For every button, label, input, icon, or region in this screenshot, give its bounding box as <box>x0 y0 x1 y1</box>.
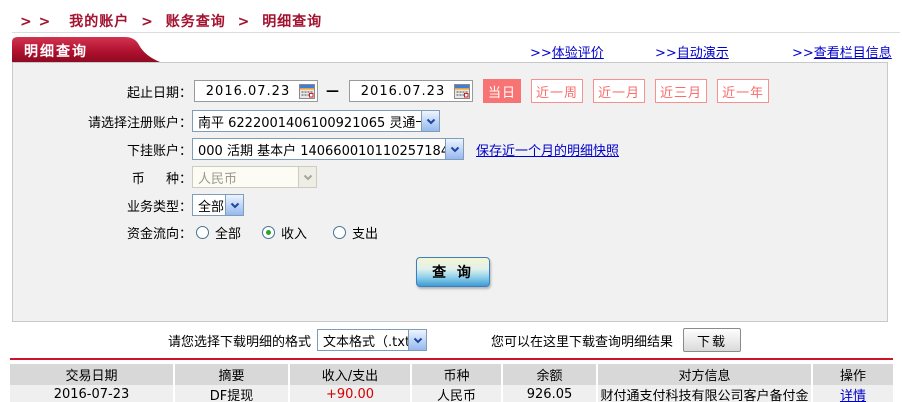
calendar-icon[interactable] <box>454 83 470 99</box>
link-view-column-info[interactable]: >>查看栏目信息 <box>792 42 892 61</box>
date-range-row: 起止日期： 2016.07.23 — 2016.07.23 当日 近一周 近一月… <box>13 78 770 104</box>
radio-fund-flow-expense[interactable]: 支出 <box>333 223 378 242</box>
breadcrumb: > > 我的账户 > 账务查询 > 明细查询 <box>20 11 322 31</box>
breadcrumb-item-detail-query[interactable]: 明细查询 <box>262 14 322 30</box>
cell-counterparty: 财付通支付科技有限公司客户备付金 <box>598 385 813 402</box>
cell-summary: DF提现 <box>175 385 290 402</box>
header-balance: 余额 <box>503 364 598 385</box>
register-account-label: 请选择注册账户： <box>87 115 192 131</box>
currency-select: 人民币 <box>192 166 317 188</box>
range-button-last-year[interactable]: 近一年 <box>717 79 770 103</box>
link-experience-rating[interactable]: >>体验评价 <box>530 42 604 61</box>
radio-fund-flow-all[interactable]: 全部 <box>196 223 241 242</box>
download-button[interactable]: 下载 <box>683 328 742 352</box>
register-account-row: 请选择注册账户： 南平 6222001406100921065 灵通卡 <box>13 108 440 134</box>
query-button[interactable]: 查 询 <box>416 257 490 287</box>
cell-balance: 926.05 <box>503 385 598 402</box>
breadcrumb-prefix: > > <box>20 14 52 30</box>
radio-icon[interactable] <box>196 225 209 239</box>
table-row: 2016-07-23 DF提现 +90.00 人民币 926.05 财付通支付科… <box>10 385 893 402</box>
fund-flow-row: 资金流向： 全部 收入 支出 <box>13 219 378 245</box>
table-top-line <box>10 358 893 360</box>
date-range-dash: — <box>326 83 339 99</box>
range-button-last-month[interactable]: 近一月 <box>593 79 646 103</box>
download-hint: 您可以在这里下载查询明细结果 <box>491 334 674 350</box>
breadcrumb-separator: > <box>141 14 154 30</box>
date-range-label: 起止日期： <box>126 85 192 101</box>
breadcrumb-item-account-query[interactable]: 账务查询 <box>166 14 226 30</box>
end-date-input[interactable]: 2016.07.23 <box>349 80 473 102</box>
fund-flow-label: 资金流向： <box>126 226 192 242</box>
link-auto-demo[interactable]: >>自动演示 <box>655 42 729 61</box>
business-type-row: 业务类型： 全部 <box>13 192 244 218</box>
currency-row: 币 种： 人民币 <box>13 164 317 190</box>
query-form-panel: 起止日期： 2016.07.23 — 2016.07.23 当日 近一周 近一月… <box>12 62 888 322</box>
detail-query-page: > > 我的账户 > 账务查询 > 明细查询 明细查询 >>体验评价 >>自动演… <box>0 0 902 402</box>
header-income-expense: 收入/支出 <box>290 364 412 385</box>
breadcrumb-separator: > <box>237 14 251 30</box>
header-counterparty: 对方信息 <box>598 364 813 385</box>
breadcrumb-item-my-account[interactable]: 我的账户 <box>69 14 129 30</box>
chevron-down-icon[interactable] <box>445 139 463 159</box>
header-currency: 币种 <box>412 364 503 385</box>
chevron-down-icon[interactable] <box>408 330 427 350</box>
business-type-select[interactable]: 全部 <box>192 194 244 216</box>
divider <box>12 32 900 33</box>
sub-account-row: 下挂账户： 000 活期 基本户 1406600101102571848 保存近… <box>13 136 619 162</box>
page-title: 明细查询 <box>24 44 88 60</box>
sub-account-label: 下挂账户： <box>126 143 192 159</box>
range-button-last-3-months[interactable]: 近三月 <box>655 79 708 103</box>
cell-amount: +90.00 <box>290 385 412 402</box>
result-table: 交易日期 摘要 收入/支出 币种 余额 对方信息 操作 2016-07-23 D… <box>10 364 893 402</box>
business-type-label: 业务类型： <box>126 199 192 215</box>
download-row: 请您选择下载明细的格式 文本格式（.txt） 您可以在这里下载查询明细结果 下载 <box>0 328 902 352</box>
radio-icon[interactable] <box>333 225 347 239</box>
chevron-down-icon <box>298 167 316 187</box>
cell-action: 详情 <box>813 385 893 402</box>
register-account-select[interactable]: 南平 6222001406100921065 灵通卡 <box>192 110 440 132</box>
header-action: 操作 <box>813 364 893 385</box>
start-date-input[interactable]: 2016.07.23 <box>194 80 318 102</box>
cell-trade-date: 2016-07-23 <box>10 385 175 402</box>
currency-label: 币 种： <box>131 171 192 187</box>
chevron-down-icon[interactable] <box>421 111 439 131</box>
chevron-down-icon[interactable] <box>225 195 243 215</box>
header-trade-date: 交易日期 <box>10 364 175 385</box>
calendar-icon[interactable] <box>299 83 315 99</box>
radio-fund-flow-income[interactable]: 收入 <box>262 223 307 242</box>
download-format-select[interactable]: 文本格式（.txt） <box>317 329 428 351</box>
save-snapshot-link[interactable]: 保存近一个月的明细快照 <box>476 140 619 159</box>
range-button-today[interactable]: 当日 <box>483 79 522 103</box>
detail-link[interactable]: 详情 <box>840 385 866 402</box>
sub-account-select[interactable]: 000 活期 基本户 1406600101102571848 <box>192 138 464 160</box>
range-button-last-week[interactable]: 近一周 <box>531 79 584 103</box>
table-header-row: 交易日期 摘要 收入/支出 币种 余额 对方信息 操作 <box>10 364 893 385</box>
header-summary: 摘要 <box>175 364 290 385</box>
radio-checked-icon[interactable] <box>262 225 276 239</box>
download-format-label: 请您选择下载明细的格式 <box>168 334 312 350</box>
cell-currency: 人民币 <box>412 385 503 402</box>
